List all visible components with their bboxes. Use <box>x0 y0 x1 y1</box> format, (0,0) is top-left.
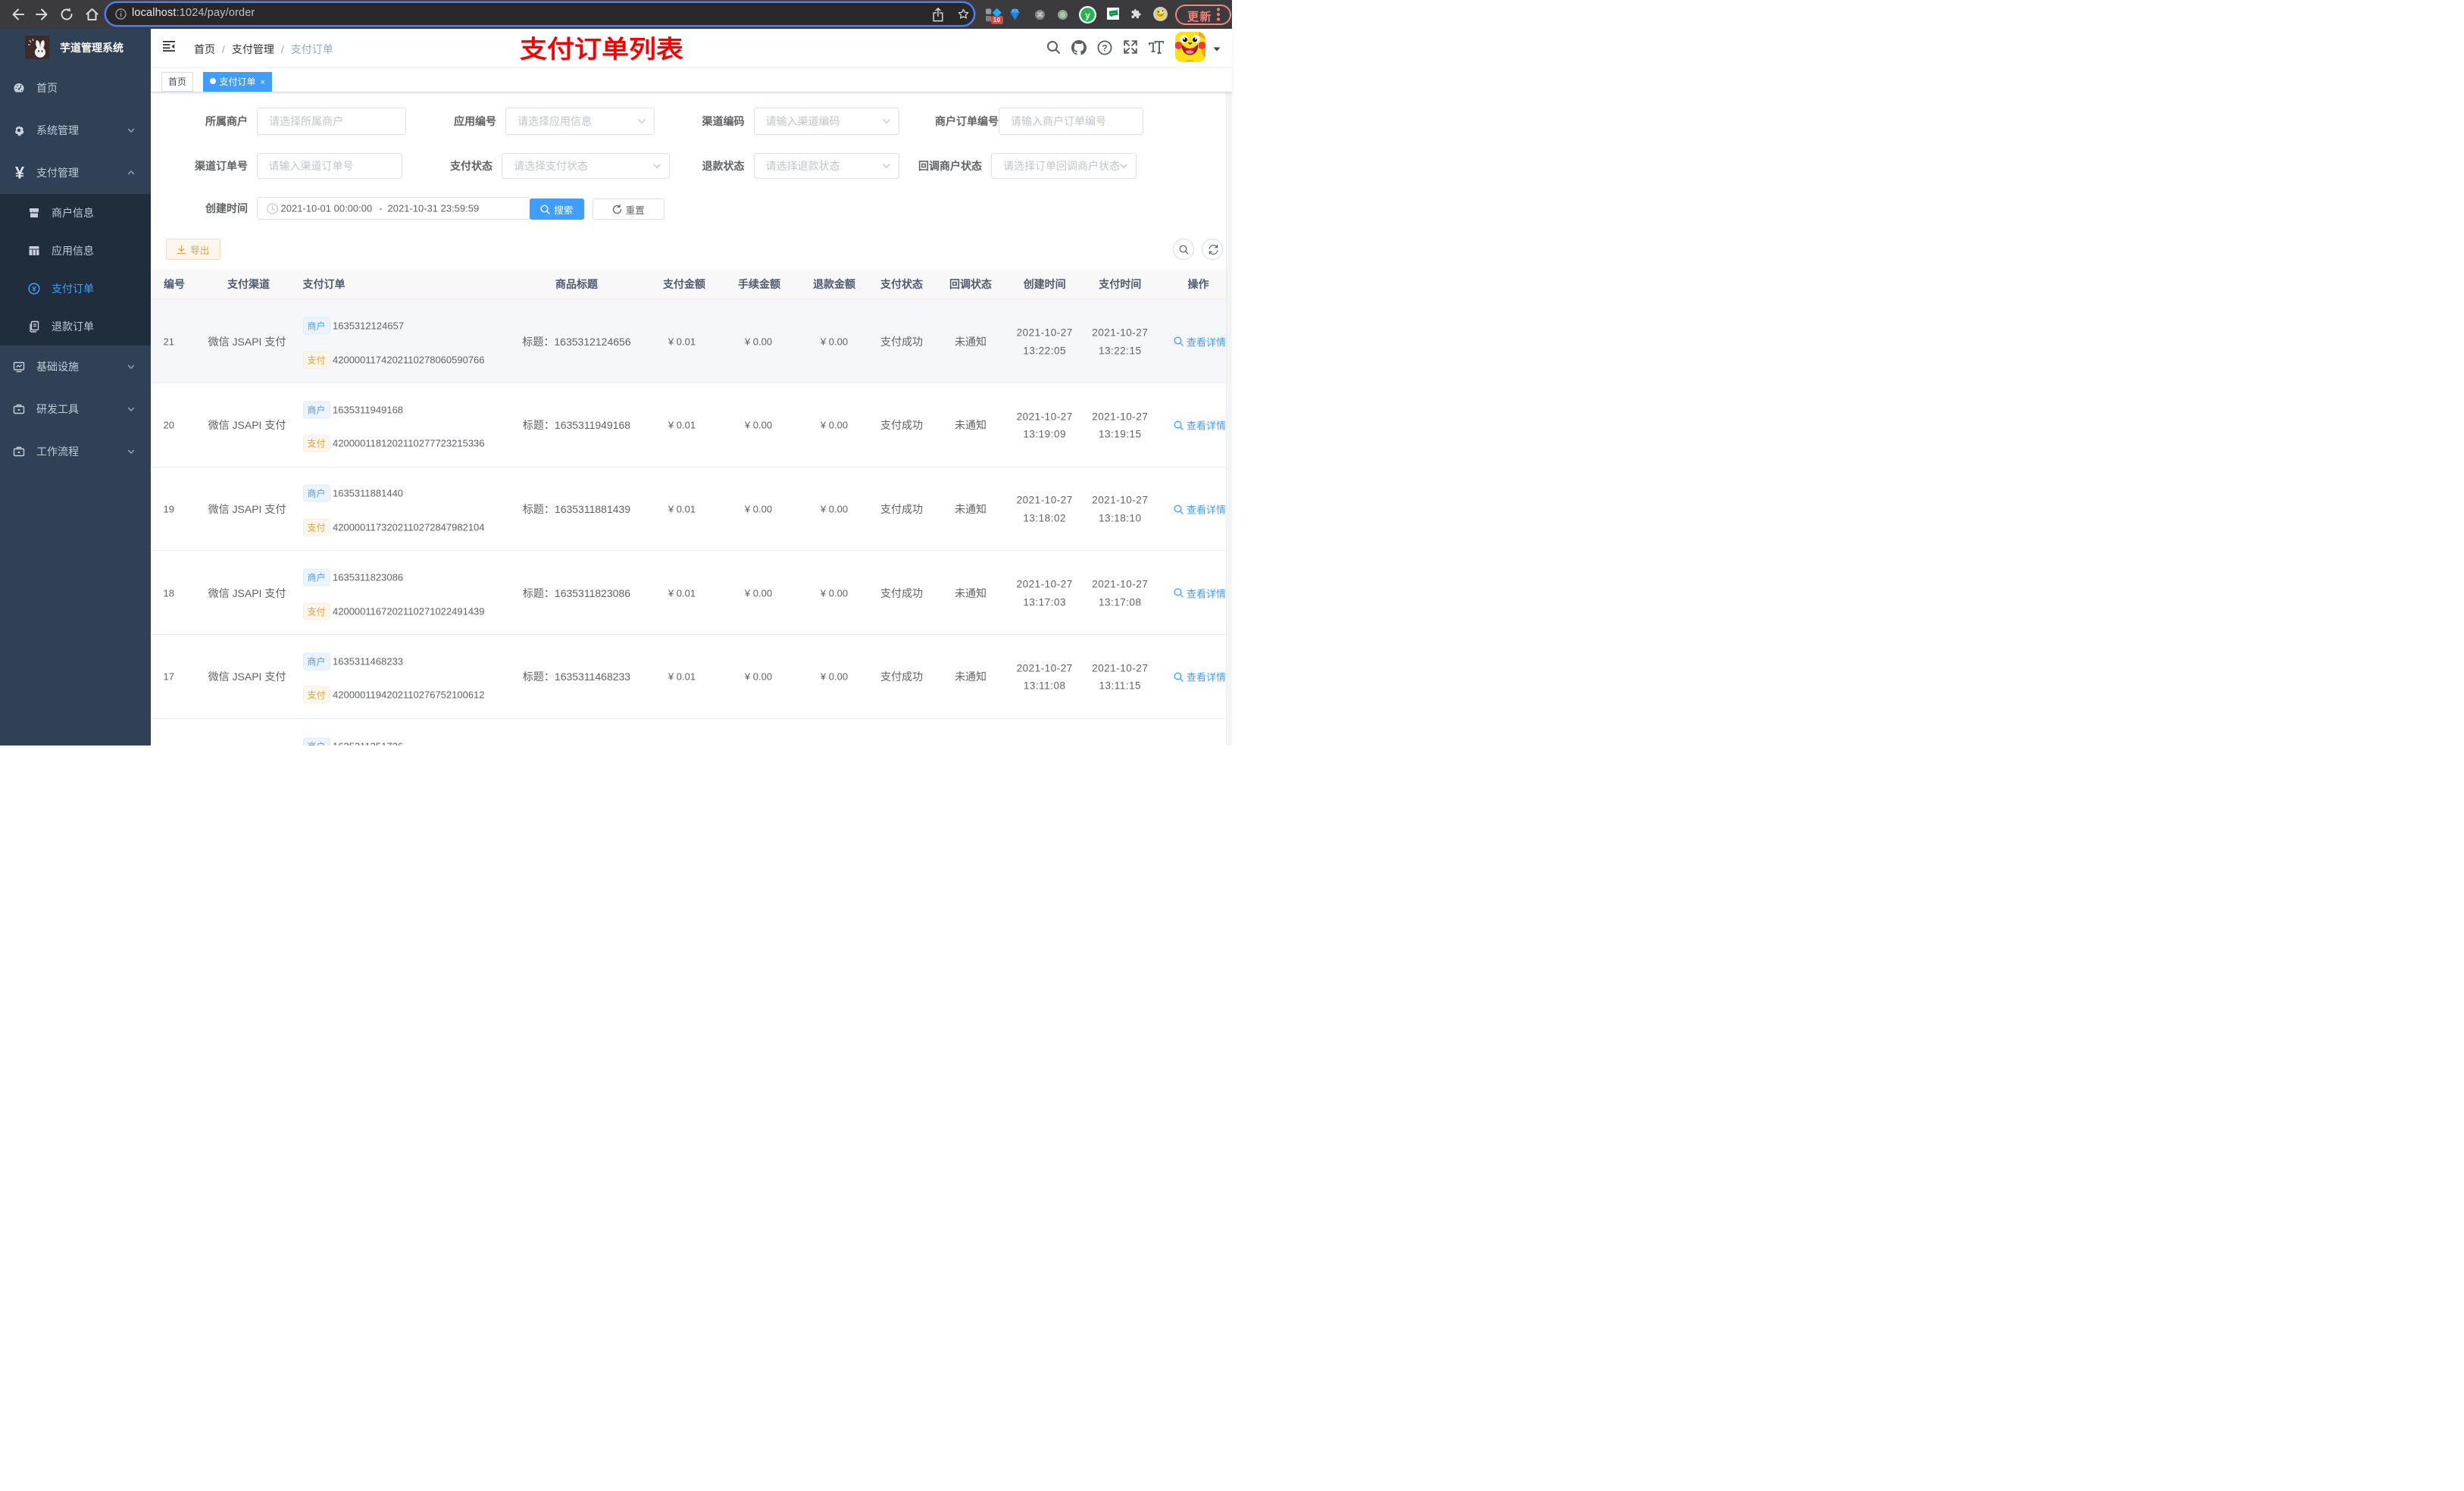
svg-text:¥: ¥ <box>32 285 36 293</box>
svg-text:?: ? <box>1102 42 1107 53</box>
svg-text:¥: ¥ <box>15 164 25 181</box>
svg-text:y: y <box>1085 9 1090 20</box>
svg-text:⌘: ⌘ <box>1037 11 1043 18</box>
